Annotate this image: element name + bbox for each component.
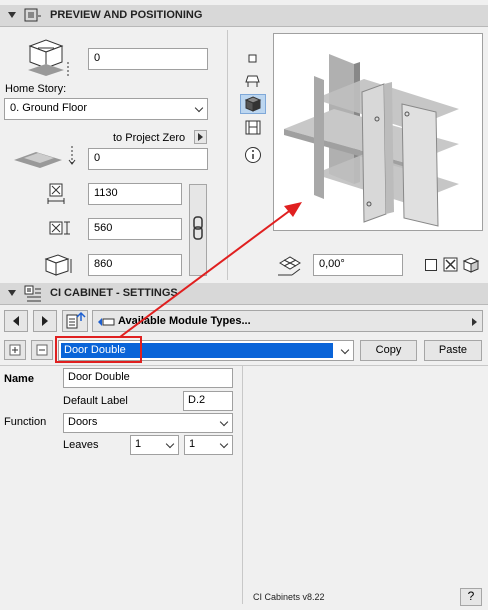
play-right-icon	[198, 133, 203, 141]
arrow-right-icon	[42, 316, 48, 326]
depth-icon	[49, 221, 70, 235]
properties-top-divider	[0, 365, 488, 366]
to-project-zero-label: to Project Zero	[113, 132, 186, 144]
leaves-select-2[interactable]: 1	[184, 435, 233, 455]
film-strip-icon[interactable]	[245, 120, 261, 136]
paste-button[interactable]: Paste	[424, 340, 482, 361]
width-field[interactable]: 1130	[88, 183, 182, 205]
function-label: Function	[4, 416, 47, 428]
mirror-box-icon[interactable]	[461, 256, 481, 274]
leaves-select-1[interactable]: 1	[130, 435, 179, 455]
info-icon[interactable]	[244, 146, 262, 164]
depth-field[interactable]: 560	[88, 218, 182, 240]
chevron-down-icon	[219, 417, 229, 427]
plan-view-icon[interactable]	[247, 53, 259, 65]
mirror-x-icon[interactable]	[443, 257, 459, 273]
rotation-angle-icon	[278, 256, 301, 276]
plus-icon	[9, 344, 21, 356]
available-module-types-label: Available Module Types...	[118, 315, 251, 327]
home-story-select[interactable]: 0. Ground Floor	[4, 98, 208, 120]
arrow-left-icon	[13, 316, 19, 326]
function-select[interactable]: Doors	[63, 413, 233, 433]
project-zero-field[interactable]: 0	[88, 148, 208, 170]
home-story-value: 0. Ground Floor	[10, 102, 88, 114]
chain-link-icon	[193, 216, 203, 240]
height-box-icon	[44, 254, 72, 276]
leaves-value-2: 1	[189, 438, 196, 450]
project-zero-toggle-button[interactable]	[194, 130, 207, 144]
properties-divider	[242, 366, 243, 604]
default-label-field[interactable]: D.2	[183, 391, 233, 411]
chevron-down-icon	[340, 345, 350, 355]
module-type-icon	[98, 318, 115, 326]
annotation-highlight-box	[55, 336, 142, 363]
preview-divider	[227, 30, 228, 280]
copy-button[interactable]: Copy	[360, 340, 417, 361]
minus-icon	[36, 344, 48, 356]
elevation-box-icon	[28, 39, 69, 76]
3d-view-button[interactable]	[240, 94, 266, 114]
help-button[interactable]: ?	[460, 588, 482, 606]
preview-positioning-icon	[24, 8, 41, 22]
previous-button[interactable]	[4, 310, 28, 332]
name-label: Name	[4, 373, 34, 385]
remove-module-button[interactable]	[31, 340, 53, 360]
preview-section-title: PREVIEW AND POSITIONING	[50, 9, 203, 21]
cabinet-settings-icon	[24, 285, 41, 302]
leaves-value-1: 1	[135, 438, 142, 450]
project-zero-icon	[14, 146, 76, 168]
3d-preview-panel[interactable]	[273, 33, 483, 231]
3d-cube-icon	[244, 96, 262, 112]
chevron-down-icon	[194, 103, 204, 113]
preview-section-header[interactable]: PREVIEW AND POSITIONING	[0, 5, 488, 27]
function-value: Doors	[68, 416, 98, 428]
chevron-down-icon	[165, 439, 175, 449]
module-list-button[interactable]	[62, 310, 88, 332]
version-label: CI Cabinets v8.22	[253, 592, 325, 602]
name-field[interactable]: Door Double	[63, 368, 233, 388]
section-view-icon[interactable]	[245, 74, 261, 88]
collapse-triangle-icon[interactable]	[8, 12, 16, 18]
available-module-types-button[interactable]: Available Module Types...	[92, 310, 483, 332]
cabinet-3d-preview	[284, 54, 459, 227]
link-proportions-button[interactable]	[189, 184, 207, 276]
height-field[interactable]: 860	[88, 254, 182, 276]
default-label-label: Default Label	[63, 395, 128, 407]
angle-field[interactable]: 0,00°	[313, 254, 403, 276]
chevron-down-icon	[219, 439, 229, 449]
home-story-label: Home Story:	[5, 83, 67, 95]
elevation-field[interactable]: 0	[88, 48, 208, 70]
collapse-triangle-icon[interactable]	[8, 290, 16, 296]
settings-section-header[interactable]: CI CABINET - SETTINGS	[0, 283, 488, 305]
leaves-label: Leaves	[63, 439, 99, 451]
next-button[interactable]	[33, 310, 57, 332]
document-arrow-icon	[66, 311, 86, 329]
play-right-icon	[472, 318, 477, 326]
add-module-button[interactable]	[4, 340, 26, 360]
mirror-checkbox[interactable]	[425, 259, 437, 271]
settings-section-title: CI CABINET - SETTINGS	[50, 287, 178, 299]
width-icon	[47, 183, 65, 204]
